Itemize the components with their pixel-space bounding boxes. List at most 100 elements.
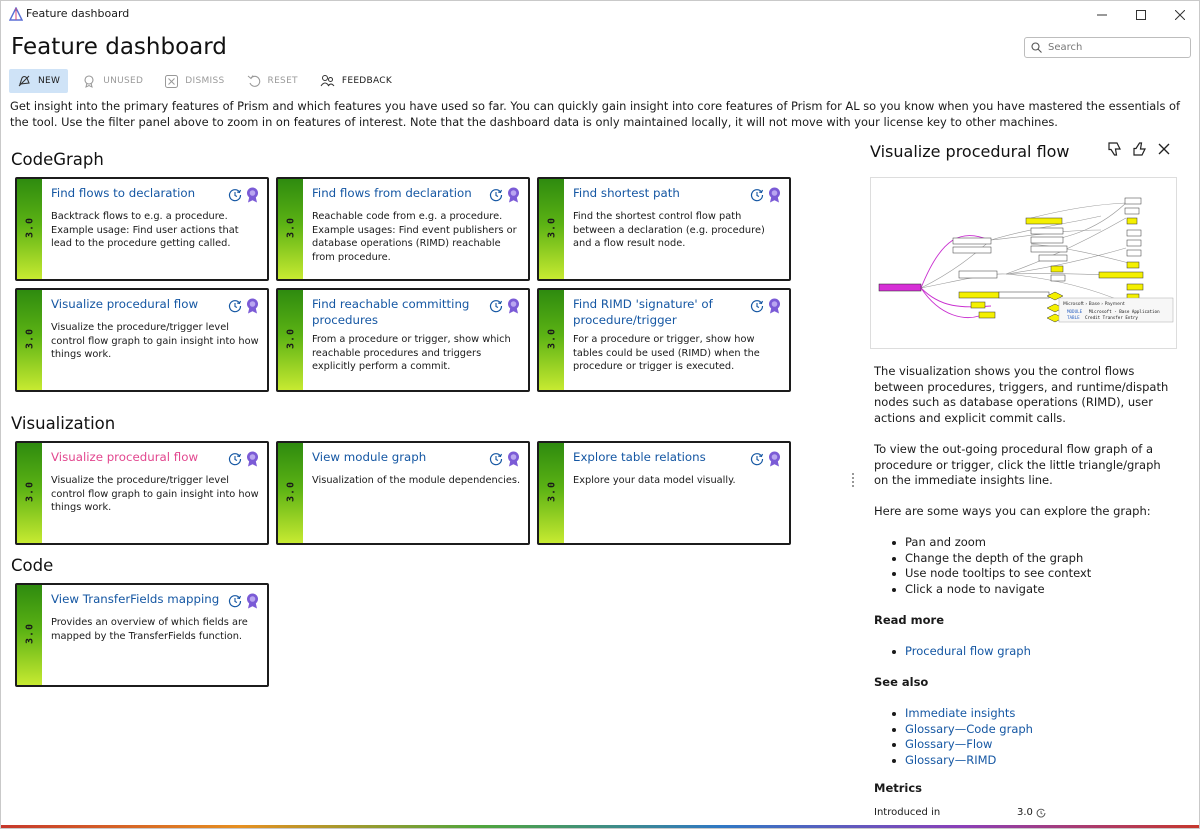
page-title: Feature dashboard (11, 34, 227, 60)
feedback-people-icon (320, 75, 335, 87)
award-badge-icon[interactable] (768, 187, 781, 203)
feature-card-selected[interactable]: 3.0 Visualize procedural flow Visualize … (15, 441, 269, 545)
immediate-insights-link[interactable]: Immediate insights (905, 706, 1015, 720)
see-also-item: Glossary—RIMD (891, 753, 1033, 769)
feature-card[interactable]: 3.0 View TransferFields mapping Provides… (15, 583, 269, 687)
preview-tooltip-breadcrumb: Microsoft › Base › Payment (1063, 301, 1125, 307)
card-description: Visualize the procedure/trigger level co… (51, 322, 259, 361)
filter-toolbar: NEW UNUSED DISMISS RESET FEEDBACK (9, 69, 406, 93)
tip-item: Click a node to navigate (891, 582, 1091, 598)
card-title[interactable]: Find flows from declaration (312, 186, 482, 202)
history-clock-icon[interactable] (750, 299, 764, 313)
award-badge-icon[interactable] (768, 298, 781, 314)
procedural-flow-graph-link[interactable]: Procedural flow graph (905, 644, 1031, 658)
see-also-item: Immediate insights (891, 706, 1033, 722)
card-title[interactable]: Find RIMD 'signature' of procedure/trigg… (573, 297, 743, 328)
version-label: 3.0 (285, 216, 297, 238)
feedback-label: FEEDBACK (341, 76, 393, 86)
preview-tooltip-kw2: TABLE (1067, 315, 1080, 320)
version-strip: 3.0 (539, 290, 564, 390)
panel-splitter[interactable] (852, 471, 856, 489)
card-description: Provides an overview of which fields are… (51, 617, 248, 642)
card-title[interactable]: View TransferFields mapping (51, 592, 221, 608)
card-title[interactable]: Find shortest path (573, 186, 743, 202)
version-strip: 3.0 (17, 290, 42, 390)
card-description: Find the shortest control flow path betw… (573, 211, 765, 250)
read-more-item: Procedural flow graph (891, 644, 1031, 660)
card-description: Visualize the procedure/trigger level co… (51, 475, 259, 514)
unused-badge-icon (84, 75, 94, 88)
version-label: 3.0 (24, 480, 36, 502)
version-label: 3.0 (285, 480, 297, 502)
intro-text: Get insight into the primary features of… (10, 99, 1180, 129)
read-more-list: Procedural flow graph (891, 644, 1031, 660)
prism-logo-icon (9, 7, 23, 21)
preview-tooltip-line2: Credit Transfer Entry (1085, 315, 1138, 320)
history-clock-icon[interactable] (489, 188, 503, 202)
glossary-rimd-link[interactable]: Glossary—RIMD (905, 753, 996, 767)
filter-new-button[interactable]: NEW (9, 69, 69, 93)
app-window: Feature dashboard Feature dashboard Sear… (0, 0, 1200, 829)
version-strip: 3.0 (539, 443, 564, 543)
card-title[interactable]: Find reachable committing procedures (312, 297, 482, 328)
filter-unused-button[interactable]: UNUSED (74, 69, 151, 93)
feature-card[interactable]: 3.0 View module graph Visualization of t… (276, 441, 530, 545)
tip-item: Pan and zoom (891, 535, 1091, 551)
history-clock-icon[interactable] (750, 188, 764, 202)
card-description: Visualization of the module dependencies… (312, 475, 521, 486)
history-clock-icon[interactable] (228, 188, 242, 202)
glossary-code-graph-link[interactable]: Glossary—Code graph (905, 722, 1033, 736)
introduced-in-value: 3.0 (1017, 807, 1046, 818)
card-title[interactable]: Visualize procedural flow (51, 450, 221, 466)
card-title[interactable]: Explore table relations (573, 450, 743, 466)
award-badge-icon[interactable] (768, 451, 781, 467)
see-also-heading: See also (874, 675, 929, 689)
award-badge-icon[interactable] (246, 298, 259, 314)
metrics-heading: Metrics (874, 781, 923, 795)
feature-card[interactable]: 3.0 Find flows from declaration Reachabl… (276, 177, 530, 281)
history-clock-icon[interactable] (489, 452, 503, 466)
award-badge-icon[interactable] (246, 593, 259, 609)
introduced-in-label: Introduced in (874, 807, 941, 818)
award-badge-icon[interactable] (246, 187, 259, 203)
close-window-button[interactable] (1157, 1, 1199, 28)
history-clock-icon[interactable] (228, 299, 242, 313)
award-badge-icon[interactable] (507, 298, 520, 314)
version-label: 3.0 (24, 327, 36, 349)
award-badge-icon[interactable] (507, 187, 520, 203)
card-title[interactable]: Visualize procedural flow (51, 297, 221, 313)
card-description: Explore your data model visually. (573, 475, 736, 486)
search-input[interactable]: Search (1024, 37, 1191, 58)
dismiss-button[interactable]: DISMISS (157, 69, 232, 93)
feature-card[interactable]: 3.0 Find flows to declaration Backtrack … (15, 177, 269, 281)
feature-card[interactable]: 3.0 Find RIMD 'signature' of procedure/t… (537, 288, 791, 392)
version-strip: 3.0 (17, 179, 42, 279)
award-badge-icon[interactable] (507, 451, 520, 467)
feature-card[interactable]: 3.0 Find shortest path Find the shortest… (537, 177, 791, 281)
feature-card[interactable]: 3.0 Find reachable committing procedures… (276, 288, 530, 392)
close-detail-icon[interactable] (1158, 143, 1170, 155)
card-title[interactable]: View module graph (312, 450, 482, 466)
award-badge-icon[interactable] (246, 451, 259, 467)
dislike-icon[interactable] (1107, 141, 1122, 157)
history-clock-icon[interactable] (750, 452, 764, 466)
see-also-list: Immediate insights Glossary—Code graph G… (891, 706, 1033, 768)
version-label: 3.0 (546, 327, 558, 349)
reset-button[interactable]: RESET (239, 69, 306, 93)
feature-card[interactable]: 3.0 Visualize procedural flow Visualize … (15, 288, 269, 392)
preview-tooltip-kw1: MODULE (1067, 309, 1083, 314)
section-title-codegraph: CodeGraph (11, 150, 104, 169)
tip-item: Change the depth of the graph (891, 551, 1091, 567)
taskbar-accent-strip (1, 825, 1199, 828)
flow-graph-preview-image: Microsoft › Base › Payment MODULE Micros… (870, 177, 1177, 349)
history-clock-icon[interactable] (228, 452, 242, 466)
history-clock-icon[interactable] (489, 299, 503, 313)
feature-card[interactable]: 3.0 Explore table relations Explore your… (537, 441, 791, 545)
card-title[interactable]: Find flows to declaration (51, 186, 221, 202)
feedback-button[interactable]: FEEDBACK (312, 69, 400, 93)
history-clock-icon[interactable] (228, 594, 242, 608)
glossary-flow-link[interactable]: Glossary—Flow (905, 737, 992, 751)
version-strip: 3.0 (17, 585, 42, 685)
dismiss-x-icon (165, 74, 179, 88)
like-icon[interactable] (1132, 141, 1147, 157)
